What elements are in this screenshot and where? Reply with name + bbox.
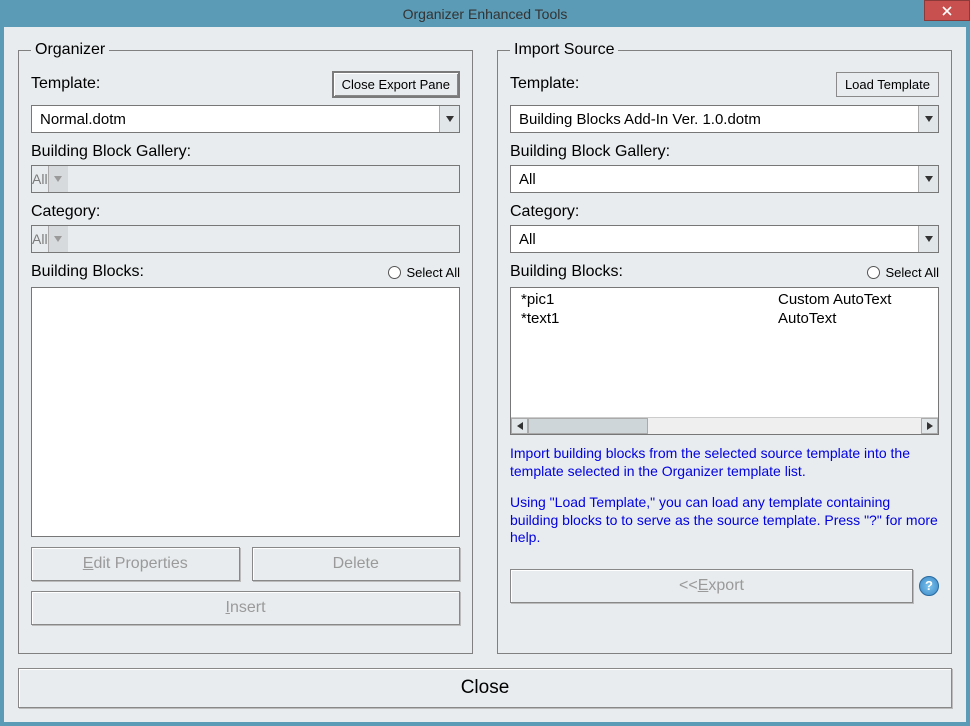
import-blocks-label: Building Blocks: [510, 263, 623, 281]
organizer-template-label: Template: [31, 75, 100, 93]
client-area: Organizer Template: Close Export Pane No… [4, 27, 966, 722]
radio-icon [867, 266, 880, 279]
scroll-right-button[interactable] [921, 418, 938, 434]
organizer-blocks-header: Building Blocks: Select All [31, 263, 460, 281]
organizer-select-all-label: Select All [407, 265, 460, 280]
organizer-pane: Organizer Template: Close Export Pane No… [18, 41, 473, 654]
chevron-down-icon [918, 226, 938, 252]
organizer-select-all[interactable]: Select All [388, 265, 460, 280]
panes: Organizer Template: Close Export Pane No… [18, 41, 952, 654]
import-list-rows: *pic1 Custom AutoText *text1 AutoText [511, 288, 938, 417]
import-gallery-combo[interactable]: All [510, 165, 939, 193]
chevron-down-icon [48, 226, 68, 252]
import-gallery-label: Building Block Gallery: [510, 143, 939, 161]
organizer-insert-row: Insert [31, 591, 460, 625]
scroll-thumb[interactable] [528, 418, 648, 434]
list-item-type: AutoText [778, 310, 928, 327]
organizer-legend: Organizer [31, 41, 109, 59]
list-item[interactable]: *pic1 Custom AutoText [515, 290, 934, 309]
import-source-pane: Import Source Template: Load Template Bu… [497, 41, 952, 654]
organizer-gallery-combo: All [31, 165, 460, 193]
delete-button[interactable]: Delete [252, 547, 461, 581]
close-button[interactable]: Close [18, 668, 952, 708]
organizer-category-combo: All [31, 225, 460, 253]
organizer-category-label: Category: [31, 203, 460, 221]
chevron-down-icon [48, 166, 68, 192]
import-blocks-list[interactable]: *pic1 Custom AutoText *text1 AutoText [510, 287, 939, 435]
import-template-combo[interactable]: Building Blocks Add-In Ver. 1.0.dotm [510, 105, 939, 133]
load-template-button[interactable]: Load Template [836, 72, 939, 97]
list-item-name: *pic1 [521, 291, 778, 308]
organizer-gallery-value: All [32, 171, 48, 187]
close-export-pane-button[interactable]: Close Export Pane [332, 71, 460, 98]
scroll-track[interactable] [528, 418, 921, 434]
organizer-button-row: Edit Properties Delete [31, 547, 460, 581]
window-close-button[interactable] [924, 0, 970, 21]
organizer-template-header: Template: Close Export Pane [31, 67, 460, 101]
import-note-1: Import building blocks from the selected… [510, 445, 939, 480]
organizer-template-value: Normal.dotm [32, 111, 439, 128]
scroll-left-button[interactable] [511, 418, 528, 434]
list-item[interactable]: *text1 AutoText [515, 309, 934, 328]
app-window: Organizer Enhanced Tools Organizer Templ… [0, 0, 970, 726]
help-icon[interactable]: ? [919, 576, 939, 596]
organizer-blocks-list[interactable] [31, 287, 460, 537]
import-category-label: Category: [510, 203, 939, 221]
chevron-down-icon [918, 106, 938, 132]
import-gallery-value: All [511, 171, 918, 188]
import-select-all[interactable]: Select All [867, 265, 939, 280]
close-icon [942, 6, 952, 16]
chevron-down-icon [439, 106, 459, 132]
import-blocks-header: Building Blocks: Select All [510, 263, 939, 281]
organizer-template-combo[interactable]: Normal.dotm [31, 105, 460, 133]
export-button[interactable]: <<Export [510, 569, 913, 603]
import-template-header: Template: Load Template [510, 67, 939, 101]
footer: Close [18, 668, 952, 708]
chevron-down-icon [918, 166, 938, 192]
organizer-category-value: All [32, 231, 48, 247]
titlebar: Organizer Enhanced Tools [0, 0, 970, 27]
list-item-type: Custom AutoText [778, 291, 928, 308]
window-title: Organizer Enhanced Tools [403, 6, 568, 22]
radio-icon [388, 266, 401, 279]
import-select-all-label: Select All [886, 265, 939, 280]
horizontal-scrollbar[interactable] [511, 417, 938, 434]
export-row: <<Export ? [510, 569, 939, 603]
organizer-blocks-label: Building Blocks: [31, 263, 144, 281]
import-category-combo[interactable]: All [510, 225, 939, 253]
import-template-label: Template: [510, 75, 579, 93]
import-legend: Import Source [510, 41, 618, 59]
import-note-2: Using "Load Template," you can load any … [510, 494, 939, 547]
organizer-gallery-label: Building Block Gallery: [31, 143, 460, 161]
import-category-value: All [511, 231, 918, 248]
insert-button[interactable]: Insert [31, 591, 460, 625]
edit-properties-button[interactable]: Edit Properties [31, 547, 240, 581]
import-template-value: Building Blocks Add-In Ver. 1.0.dotm [511, 111, 918, 128]
list-item-name: *text1 [521, 310, 778, 327]
